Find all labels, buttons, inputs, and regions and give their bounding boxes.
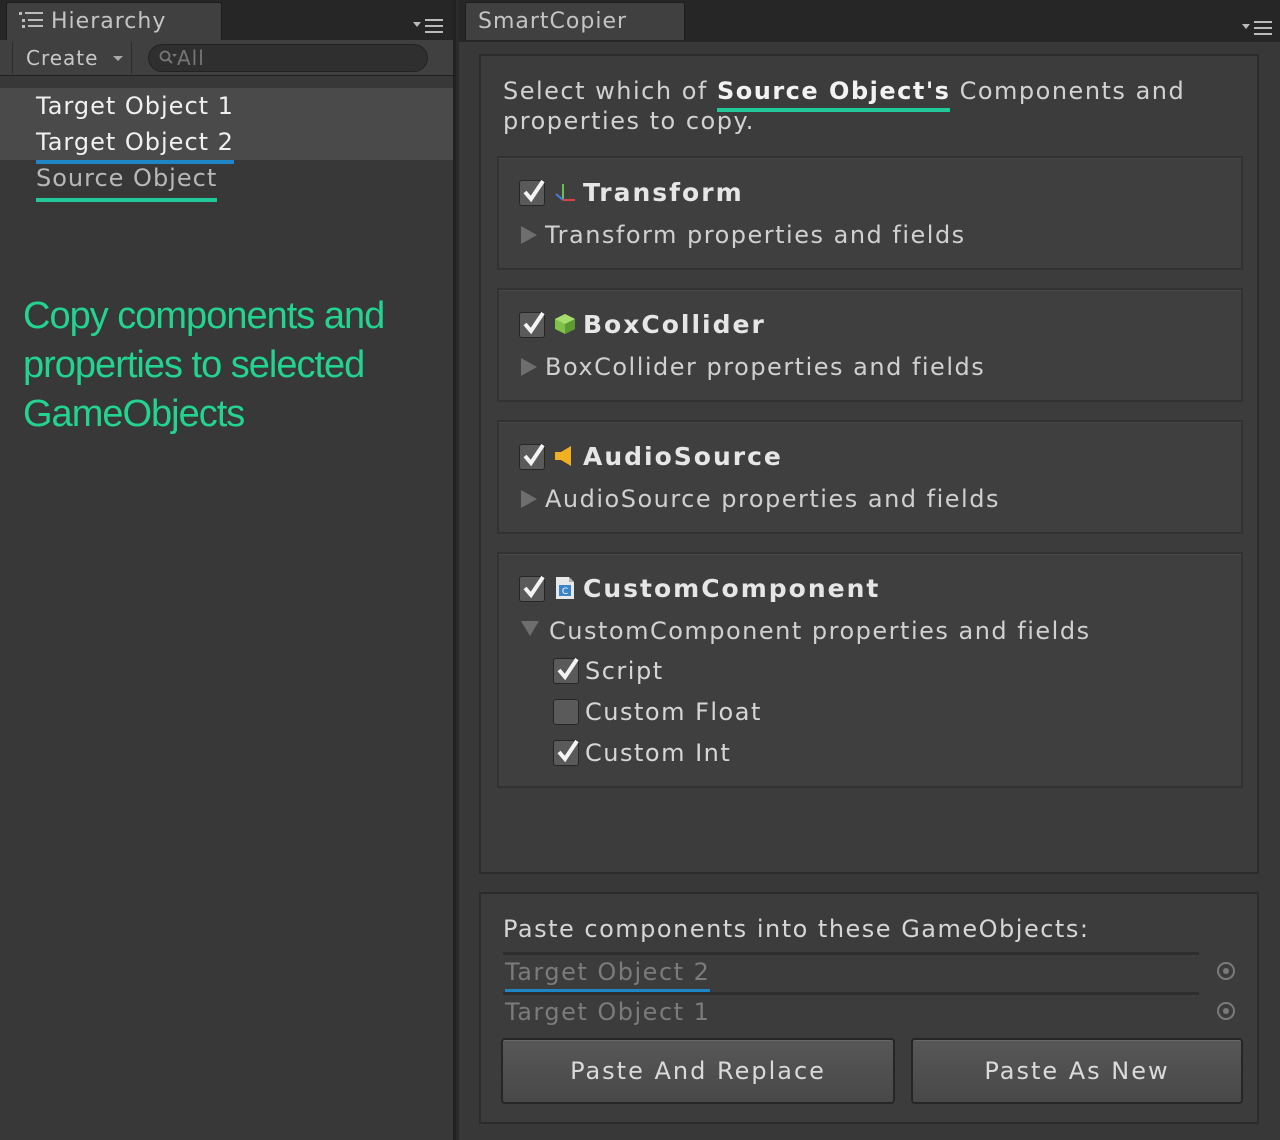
component-transform: Transform Transform properties and field… [497, 156, 1243, 270]
component-checkbox[interactable] [519, 311, 545, 338]
intro-prefix: Select which of [503, 77, 717, 105]
search-placeholder: All [177, 46, 205, 70]
hierarchy-toolbar: Create All [0, 40, 453, 76]
intro-text: Select which of Source Object's Componen… [503, 76, 1243, 136]
components-section: Select which of Source Object's Componen… [479, 54, 1259, 874]
search-input[interactable]: All [148, 44, 428, 72]
checkmark-icon [523, 311, 545, 335]
tree-item-label: Source Object [36, 160, 218, 202]
transform-icon [555, 184, 575, 201]
checkmark-icon [557, 657, 579, 681]
object-picker-icon[interactable] [1217, 1002, 1235, 1020]
foldout-label: CustomComponent properties and fields [549, 617, 1091, 645]
component-customcomponent: C CustomComponent CustomComponent proper… [497, 552, 1243, 788]
hierarchy-tab-label: Hierarchy [51, 9, 167, 34]
foldout-arrow-icon [521, 621, 539, 636]
tree-item-target-2[interactable]: Target Object 2 [0, 124, 453, 164]
smartcopier-tab-label: SmartCopier [478, 9, 628, 34]
target-object-name: Target Object 2 [505, 955, 711, 993]
svg-text:C: C [562, 587, 568, 597]
hierarchy-panel: Hierarchy Create All Target Object 1 Tar… [0, 0, 456, 1140]
component-checkbox[interactable] [519, 443, 545, 470]
list-icon [19, 12, 43, 28]
target-object-field[interactable]: Target Object 2 [503, 952, 1199, 993]
hierarchy-tree: Target Object 1 Target Object 2 Source O… [0, 88, 453, 202]
component-title: Transform [583, 178, 744, 207]
component-foldout[interactable]: AudioSource properties and fields [521, 482, 1000, 516]
foldout-label: BoxCollider properties and fields [545, 353, 986, 381]
checkmark-icon [523, 575, 545, 599]
smartcopier-tabbar: SmartCopier [459, 0, 1280, 42]
create-label: Create [26, 46, 99, 70]
component-audiosource: AudioSource AudioSource properties and f… [497, 420, 1243, 534]
property-checkbox[interactable] [553, 739, 579, 766]
tree-item-label: Target Object 2 [36, 124, 234, 164]
hierarchy-tab[interactable]: Hierarchy [6, 2, 222, 40]
object-picker-icon[interactable] [1217, 962, 1235, 980]
paste-section: Paste components into these GameObjects:… [479, 892, 1259, 1124]
feature-caption: Copy components and properties to select… [23, 295, 385, 435]
component-title: CustomComponent [583, 574, 881, 603]
target-object-field[interactable]: Target Object 1 [503, 992, 1199, 1030]
create-dropdown[interactable]: Create [12, 42, 132, 74]
smartcopier-panel: SmartCopier Select which of Source Objec… [459, 0, 1280, 1140]
paste-and-replace-button[interactable]: Paste And Replace [501, 1038, 895, 1104]
foldout-arrow-icon [521, 490, 537, 508]
property-label: Custom Int [585, 739, 732, 767]
property-label: Custom Float [585, 698, 762, 726]
tree-item-target-1[interactable]: Target Object 1 [0, 88, 453, 124]
panel-menu-icon[interactable] [1240, 18, 1274, 38]
component-foldout[interactable]: CustomComponent properties and fields [521, 614, 1091, 648]
source-object-name: Source Object's [716, 77, 951, 112]
checkmark-icon [523, 179, 545, 203]
target-object-name: Target Object 1 [505, 998, 711, 1026]
component-checkbox[interactable] [519, 575, 545, 602]
paste-as-new-button[interactable]: Paste As New [911, 1038, 1243, 1104]
checkmark-icon [523, 443, 545, 467]
script-icon: C [556, 577, 574, 599]
component-title: AudioSource [583, 442, 783, 471]
component-foldout[interactable]: BoxCollider properties and fields [521, 350, 985, 384]
component-title: BoxCollider [583, 310, 766, 339]
component-foldout[interactable]: Transform properties and fields [521, 218, 966, 252]
tree-item-source[interactable]: Source Object [0, 160, 453, 202]
checkmark-icon [557, 739, 579, 763]
hierarchy-tabbar: Hierarchy [0, 0, 453, 40]
chevron-down-icon [113, 56, 123, 61]
box-collider-icon [555, 314, 575, 334]
panel-menu-icon[interactable] [411, 16, 445, 36]
property-checkbox[interactable] [553, 657, 579, 684]
foldout-label: Transform properties and fields [545, 221, 966, 249]
property-checkbox[interactable] [553, 699, 579, 725]
foldout-arrow-icon [521, 226, 537, 244]
property-label: Script [585, 657, 664, 685]
component-checkbox[interactable] [519, 179, 545, 206]
paste-label: Paste components into these GameObjects: [503, 915, 1090, 943]
foldout-label: AudioSource properties and fields [545, 485, 1000, 513]
tree-item-label: Target Object 1 [36, 92, 234, 120]
smartcopier-tab[interactable]: SmartCopier [465, 2, 685, 40]
component-boxcollider: BoxCollider BoxCollider properties and f… [497, 288, 1243, 402]
search-icon [159, 50, 177, 64]
audio-source-icon [555, 446, 571, 466]
foldout-arrow-icon [521, 358, 537, 376]
